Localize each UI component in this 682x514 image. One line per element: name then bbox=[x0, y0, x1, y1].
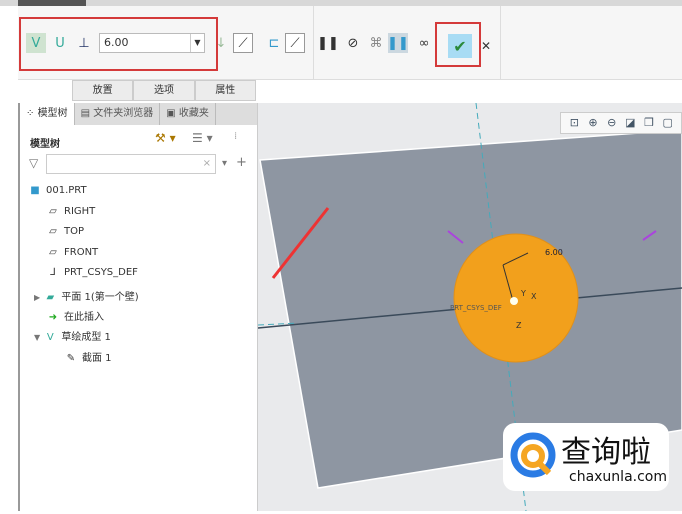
tab-label: 收藏夹 bbox=[178, 108, 209, 119]
form-direction-icon[interactable]: ↓ bbox=[211, 33, 231, 53]
punch-icon[interactable]: U bbox=[50, 33, 70, 53]
zoom-out-icon[interactable]: ⊖ bbox=[604, 116, 619, 132]
refit-icon[interactable]: ⊡ bbox=[567, 116, 582, 132]
saved-views-icon[interactable]: ▢ bbox=[660, 116, 675, 132]
dashboard-tabs: 放置 选项 属性 bbox=[72, 80, 256, 101]
tree-item-sketched-form[interactable]: ▼ V 草绘成型 1 bbox=[34, 328, 111, 343]
tree-filter-input[interactable]: × bbox=[46, 154, 216, 174]
part-icon: ■ bbox=[30, 185, 40, 196]
find-icon[interactable]: ⁞ bbox=[234, 131, 237, 142]
tree-item-right[interactable]: ▱ RIGHT bbox=[46, 206, 95, 217]
add-filter-icon[interactable]: + bbox=[236, 155, 247, 170]
tab-favorites[interactable]: ▣ 收藏夹 bbox=[160, 103, 216, 125]
tree-item-section[interactable]: ✎ 截面 1 bbox=[64, 349, 112, 364]
expand-icon[interactable]: ▶ bbox=[34, 293, 40, 302]
tab-properties[interactable]: 属性 bbox=[194, 80, 256, 101]
flip-side-icon[interactable]: ⟋ bbox=[285, 33, 305, 53]
view-toolbar: ⊡ ⊕ ⊖ ◪ ❒ ▢ bbox=[560, 112, 682, 134]
tab-placement[interactable]: 放置 bbox=[72, 80, 134, 101]
tab-label: 模型树 bbox=[37, 108, 68, 119]
tree-label: 草绘成型 1 bbox=[61, 332, 111, 343]
dimension-label[interactable]: 6.00 bbox=[545, 248, 563, 257]
planar-wall-icon: ▰ bbox=[46, 292, 55, 303]
pause-icon[interactable]: ❚❚ bbox=[317, 33, 339, 53]
tree-item-top[interactable]: ▱ TOP bbox=[46, 226, 84, 237]
csys-label: PRT_CSYS_DEF bbox=[450, 304, 502, 312]
axis-z-label: Z bbox=[516, 321, 522, 330]
preview-icon[interactable]: ⌘ bbox=[366, 33, 386, 53]
repaint-icon[interactable]: ◪ bbox=[623, 116, 638, 132]
logo-q-icon bbox=[510, 432, 556, 478]
tree-label: 在此插入 bbox=[64, 312, 104, 323]
depth-value: 6.00 bbox=[104, 36, 129, 49]
tree-item-insert-here[interactable]: ➜ 在此插入 bbox=[46, 308, 104, 323]
section-icon: ✎ bbox=[66, 353, 76, 364]
tree-label: RIGHT bbox=[64, 206, 96, 217]
csys-icon: ⅃ bbox=[50, 267, 56, 278]
tree-header: 模型树 bbox=[30, 139, 60, 150]
tree-label: PRT_CSYS_DEF bbox=[64, 267, 138, 278]
tree-item-part[interactable]: ■ 001.PRT bbox=[28, 185, 87, 196]
tree-label: 平面 1(第一个壁) bbox=[61, 292, 139, 303]
tree-label: 截面 1 bbox=[82, 353, 112, 364]
chevron-down-icon[interactable]: ▼ bbox=[190, 34, 204, 52]
no-preview-icon[interactable]: ⊘ bbox=[343, 33, 363, 53]
sketched-form-icon: V bbox=[46, 332, 54, 343]
dynamic-preview-icon[interactable]: ❚❚ bbox=[387, 33, 409, 53]
tab-options[interactable]: 选项 bbox=[133, 80, 195, 101]
filter-icon: ▽ bbox=[29, 156, 39, 170]
ok-checkmark-button[interactable]: ✔ bbox=[448, 34, 472, 58]
display-style-icon[interactable]: ❒ bbox=[642, 116, 657, 132]
watermark-logo: 查询啦 chaxunla.com bbox=[503, 423, 669, 491]
datum-plane-icon: ▱ bbox=[49, 226, 57, 237]
insert-arrow-icon: ➜ bbox=[48, 312, 58, 323]
verify-glasses-icon[interactable]: ∞ bbox=[414, 33, 434, 53]
sketched-form-icon[interactable]: V bbox=[26, 33, 46, 53]
collapse-icon[interactable]: ▼ bbox=[34, 333, 40, 342]
logo-url: chaxunla.com bbox=[569, 469, 667, 485]
navigator-panel: ⁘ 模型树 ▤ 文件夹浏览器 ▣ 收藏夹 模型树 ⚒ ▾ ☰ ▾ ⁞ ▽ × ▾… bbox=[18, 103, 258, 511]
zoom-in-icon[interactable]: ⊕ bbox=[586, 116, 601, 132]
show-menu-icon[interactable]: ☰ ▾ bbox=[192, 131, 213, 145]
tree-item-front[interactable]: ▱ FRONT bbox=[46, 247, 98, 258]
tree-settings-icon[interactable]: ⚒ ▾ bbox=[155, 131, 176, 145]
flip-direction-icon[interactable]: ⟋ bbox=[233, 33, 253, 53]
tree-label: FRONT bbox=[64, 247, 99, 258]
tree-item-csys[interactable]: ⅃ PRT_CSYS_DEF bbox=[46, 267, 138, 278]
clear-icon[interactable]: × bbox=[203, 158, 211, 169]
feature-dashboard: V U ⊥ 6.00 ▼ ↓ ⟋ ⊏ ⟋ ❚❚ ⊘ ⌘ ❚❚ ∞ ✔ ✕ bbox=[18, 6, 682, 80]
logo-name: 查询啦 bbox=[561, 435, 651, 470]
datum-plane-icon: ▱ bbox=[49, 247, 57, 258]
reference-icon[interactable]: ⊏ bbox=[264, 33, 284, 53]
axis-y-label: Y bbox=[521, 289, 526, 298]
tree-label: 001.PRT bbox=[46, 185, 87, 196]
csys-origin bbox=[510, 297, 518, 305]
tab-folder-browser[interactable]: ▤ 文件夹浏览器 bbox=[75, 103, 161, 125]
tab-model-tree[interactable]: ⁘ 模型树 bbox=[20, 103, 75, 125]
cancel-x-button[interactable]: ✕ bbox=[476, 36, 496, 56]
tree-item-planar[interactable]: ▶ ▰ 平面 1(第一个壁) bbox=[34, 288, 139, 303]
depth-input[interactable]: 6.00 ▼ bbox=[99, 33, 205, 53]
depth-icon[interactable]: ⊥ bbox=[74, 33, 94, 53]
tab-label: 文件夹浏览器 bbox=[93, 108, 154, 119]
datum-plane-icon: ▱ bbox=[49, 206, 57, 217]
filter-dropdown-icon[interactable]: ▾ bbox=[222, 158, 227, 169]
axis-x-label: X bbox=[531, 292, 537, 301]
tree-label: TOP bbox=[64, 226, 85, 237]
